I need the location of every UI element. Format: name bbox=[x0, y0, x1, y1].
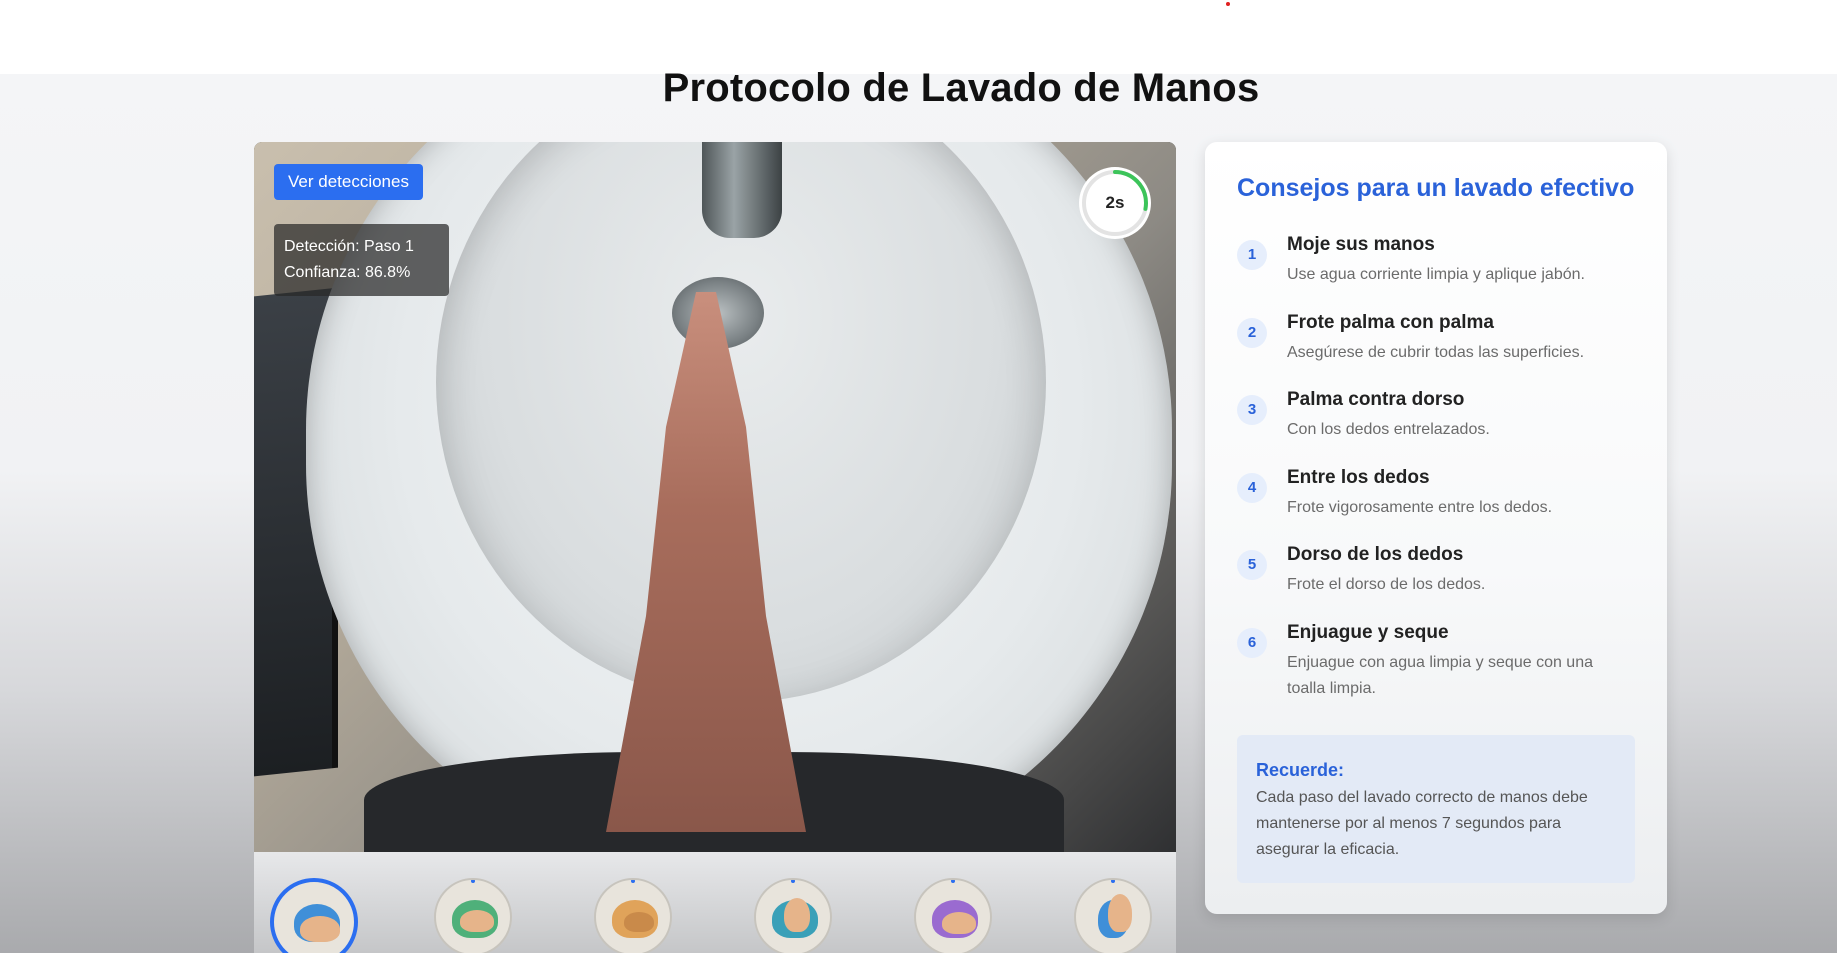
confidence-label: Confianza: 86.8% bbox=[284, 264, 411, 281]
top-bar bbox=[0, 0, 1837, 74]
tip-description: Con los dedos entrelazados. bbox=[1287, 421, 1490, 438]
step-progress-tick bbox=[631, 880, 635, 883]
tip-description: Asegúrese de cubrir todas las superficie… bbox=[1287, 344, 1585, 361]
tip-description: Use agua corriente limpia y aplique jabó… bbox=[1287, 266, 1585, 283]
tip-description: Enjuague con agua limpia y seque con una… bbox=[1287, 654, 1593, 697]
step-6-fingertips-icon[interactable] bbox=[1074, 878, 1152, 953]
timer-text: 2s bbox=[1105, 193, 1125, 212]
step-selector bbox=[254, 852, 1176, 953]
step-4-thumb-rotation-icon[interactable] bbox=[754, 878, 832, 953]
camera-feed: Ver detecciones Detección: Paso 1 Confia… bbox=[254, 142, 1176, 852]
tip-number: 1 bbox=[1237, 240, 1267, 270]
hand-illustration-icon bbox=[460, 910, 494, 932]
page-title: Protocolo de Lavado de Manos bbox=[662, 66, 1260, 110]
tip-title: Frote palma con palma bbox=[1287, 312, 1494, 333]
tip-description: Frote el dorso de los dedos. bbox=[1287, 576, 1486, 593]
hand-illustration-icon bbox=[1108, 894, 1132, 932]
detection-overlay: Detección: Paso 1 Confianza: 86.8% bbox=[274, 224, 449, 296]
step-timer: 2s bbox=[1076, 164, 1154, 242]
step-progress-tick bbox=[951, 880, 955, 883]
hand-illustration-icon bbox=[300, 916, 340, 942]
step-5-back-of-fingers-icon[interactable] bbox=[914, 878, 992, 953]
tip-number: 2 bbox=[1237, 318, 1267, 348]
remember-text: Cada paso del lavado correcto de manos d… bbox=[1256, 789, 1588, 858]
hand-illustration-icon bbox=[784, 898, 810, 932]
tip-number: 4 bbox=[1237, 473, 1267, 503]
cursor-dot bbox=[1226, 2, 1230, 6]
tip-number: 6 bbox=[1237, 628, 1267, 658]
tips-title: Consejos para un lavado efectivo bbox=[1237, 174, 1635, 202]
detection-label: Detección: Paso 1 bbox=[284, 238, 414, 255]
remember-title: Recuerde: bbox=[1256, 760, 1345, 780]
step-3-fingers-interlaced-icon[interactable] bbox=[594, 878, 672, 953]
step-progress-tick bbox=[791, 880, 795, 883]
tip-title: Dorso de los dedos bbox=[1287, 544, 1464, 565]
tip-title: Palma contra dorso bbox=[1287, 389, 1465, 410]
step-progress-tick bbox=[471, 880, 475, 883]
tips-panel: Consejos para un lavado efectivo 1 Moje … bbox=[1205, 142, 1667, 914]
remember-box: Recuerde: Cada paso del lavado correcto … bbox=[1237, 735, 1635, 883]
step-1-palm-to-palm-icon[interactable] bbox=[270, 878, 358, 953]
view-detections-button[interactable]: Ver detecciones bbox=[274, 164, 423, 200]
step-progress-tick bbox=[1111, 880, 1115, 883]
hand-illustration-icon bbox=[624, 912, 654, 932]
tip-number: 5 bbox=[1237, 550, 1267, 580]
tip-title: Moje sus manos bbox=[1287, 234, 1435, 255]
step-2-palm-over-back-icon[interactable] bbox=[434, 878, 512, 953]
tip-title: Enjuague y seque bbox=[1287, 622, 1449, 643]
camera-scene-faucet bbox=[702, 142, 782, 238]
tip-number: 3 bbox=[1237, 395, 1267, 425]
tip-description: Frote vigorosamente entre los dedos. bbox=[1287, 499, 1553, 516]
hand-illustration-icon bbox=[942, 912, 976, 934]
tip-title: Entre los dedos bbox=[1287, 467, 1430, 488]
